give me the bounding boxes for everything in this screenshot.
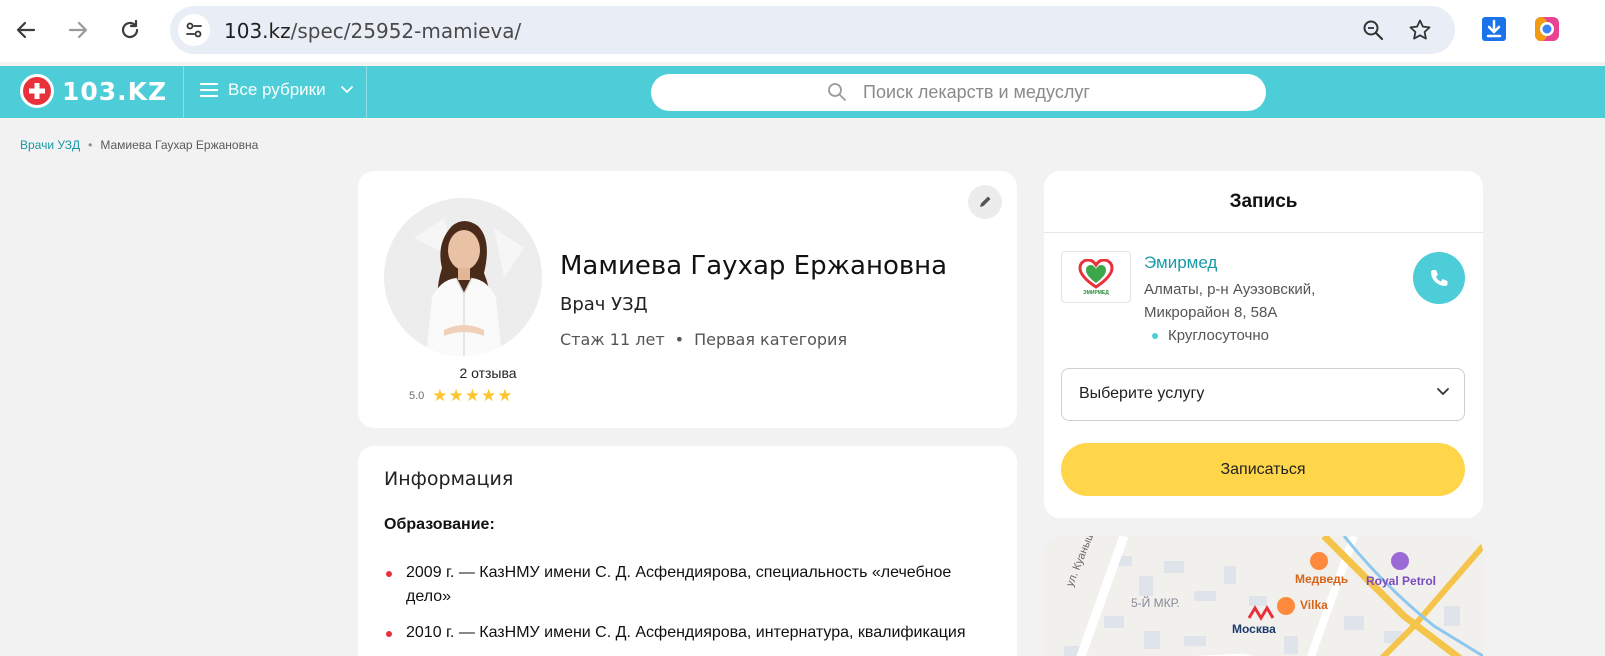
info-card: Информация Образование: 2009 г. — КазНМУ… <box>358 446 1017 656</box>
logo-text: 103.KZ <box>62 76 168 106</box>
doctor-profile-card: 2 отзыва 5.0 ★ ★ ★ ★ ★ Мамиева Гаухар Ер… <box>358 171 1017 428</box>
zoom-icon[interactable] <box>1361 18 1385 42</box>
breadcrumb-parent-link[interactable]: Врачи УЗД <box>20 138 80 152</box>
clinic-map[interactable]: ул. Куанышбае 5-Й МКР. Москва Медведь Vi… <box>1044 536 1483 656</box>
book-appointment-button[interactable]: Записаться <box>1061 443 1465 496</box>
back-arrow-icon[interactable] <box>10 14 42 46</box>
service-select[interactable]: Выберите услугу <box>1061 368 1465 421</box>
meta-separator: • <box>674 330 685 349</box>
forward-arrow-icon[interactable] <box>62 14 94 46</box>
star-icon: ★ <box>481 386 497 405</box>
info-title: Информация <box>384 468 514 490</box>
map-poi-label: Royal Petrol <box>1366 574 1437 588</box>
star-icon: ★ <box>448 386 464 405</box>
rubrics-label: Все рубрики <box>228 80 326 99</box>
map-district-label: 5-Й МКР. <box>1131 596 1180 610</box>
clinic-logo-text: ЭМИРМЕД <box>1083 289 1109 296</box>
doctor-avatar <box>384 198 542 356</box>
doctor-specialty: Врач УЗД <box>560 294 648 315</box>
address-bar[interactable]: 103.kz/spec/25952-mamieva/ <box>170 6 1455 54</box>
map-poi-label: Vilka <box>1300 598 1328 612</box>
url-text[interactable]: 103.kz/spec/25952-mamieva/ <box>224 19 521 43</box>
divider <box>1044 232 1483 233</box>
doctor-experience: Стаж 11 лет <box>560 330 665 349</box>
clinic-logo[interactable]: ЭМИРМЕД <box>1061 251 1131 303</box>
clinic-address: Алматы, р-н Ауэзовский, Микрорайон 8, 58… <box>1144 281 1316 321</box>
download-icon[interactable] <box>1480 15 1508 43</box>
clinic-hours: Круглосуточно <box>1152 327 1269 344</box>
heart-logo-icon <box>1078 258 1114 289</box>
site-info-icon[interactable] <box>178 14 210 46</box>
map-poi-label: Медведь <box>1295 572 1349 586</box>
education-label: Образование: <box>384 516 495 533</box>
chevron-down-icon <box>340 86 353 94</box>
call-button[interactable] <box>1413 252 1465 304</box>
clinic-hours-text: Круглосуточно <box>1168 327 1269 344</box>
rubrics-menu-button[interactable]: Все рубрики <box>200 80 354 100</box>
reviews-count-link[interactable]: 2 отзыва <box>384 365 592 381</box>
phone-icon <box>1431 270 1448 286</box>
browser-toolbar: 103.kz/spec/25952-mamieva/ <box>0 0 1605 62</box>
url-host: 103.kz <box>224 19 291 43</box>
site-logo[interactable]: 103.KZ <box>20 74 167 108</box>
bookmark-star-icon[interactable] <box>1408 18 1432 42</box>
reload-icon[interactable] <box>114 14 146 46</box>
search-icon <box>828 83 846 101</box>
booking-card: Запись ЭМИРМЕД Эмирмед Алматы, р-н Ауэзо… <box>1044 171 1483 518</box>
site-header: 103.KZ Все рубрики Поиск лекарств и меду… <box>0 66 1605 118</box>
extension-icon[interactable] <box>1533 15 1561 43</box>
map-metro-label: Москва <box>1232 622 1276 636</box>
logo-cross-icon <box>20 74 54 108</box>
map-tiles <box>1044 536 1483 656</box>
chevron-down-icon <box>1437 388 1449 396</box>
doctor-meta: Стаж 11 лет • Первая категория <box>560 330 847 349</box>
education-item: 2010 г. — КазНМУ имени С. Д. Асфендияров… <box>384 621 984 645</box>
doctor-category: Первая категория <box>694 330 848 349</box>
clinic-name-link[interactable]: Эмирмед <box>1144 253 1217 273</box>
status-dot-icon <box>1152 332 1158 339</box>
hamburger-icon <box>200 83 218 97</box>
search-input[interactable]: Поиск лекарств и медуслуг <box>651 74 1266 111</box>
edit-button[interactable] <box>968 185 1002 219</box>
rating-value: 5.0 <box>409 389 425 402</box>
booking-title: Запись <box>1229 191 1298 212</box>
star-icon: ★ <box>497 386 513 405</box>
header-divider <box>183 66 184 118</box>
breadcrumb-separator: • <box>88 138 93 152</box>
url-path: /spec/25952-mamieva/ <box>290 19 522 43</box>
breadcrumb-current: Мамиева Гаухар Ержановна <box>100 138 259 152</box>
star-icon: ★ <box>432 386 448 405</box>
header-divider <box>366 66 367 118</box>
search-placeholder: Поиск лекарств и медуслуг <box>863 82 1090 102</box>
service-select-value: Выберите услугу <box>1079 385 1205 402</box>
doctor-name: Мамиева Гаухар Ержановна <box>560 251 948 281</box>
education-item: 2009 г. — КазНМУ имени С. Д. Асфендияров… <box>384 561 984 609</box>
education-list: 2009 г. — КазНМУ имени С. Д. Асфендияров… <box>384 561 984 656</box>
rating-row: 5.0 ★ ★ ★ ★ ★ <box>409 387 514 404</box>
star-icon: ★ <box>464 386 481 405</box>
pencil-icon <box>980 196 991 207</box>
breadcrumb: Врачи УЗД • Мамиева Гаухар Ержановна <box>20 138 258 152</box>
